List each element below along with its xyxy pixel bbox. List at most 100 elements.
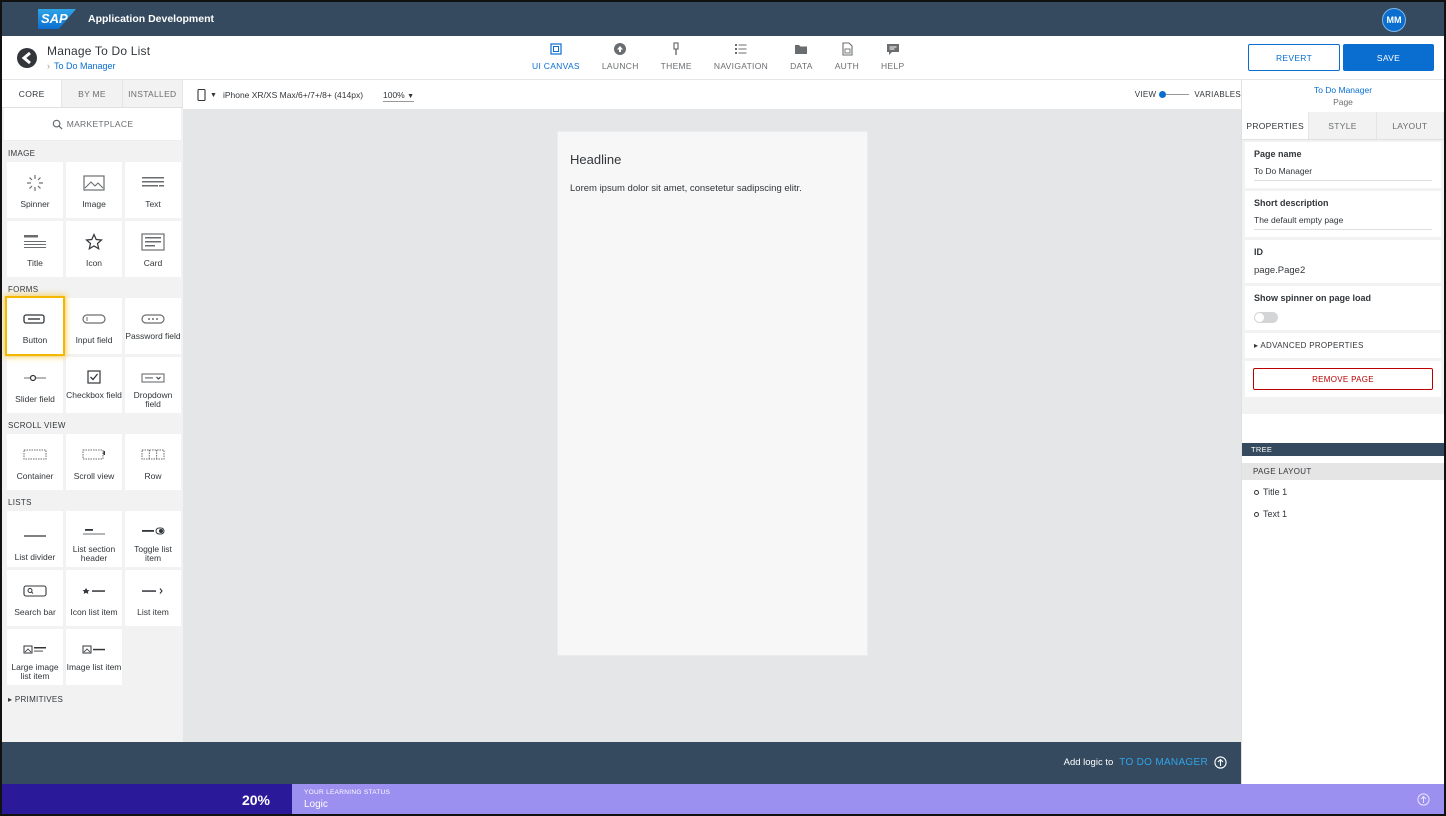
avatar[interactable]: MM [1382,8,1406,32]
add-logic[interactable]: Add logic to TO DO MANAGER [1064,756,1227,769]
page-name-property: Page name To Do Manager [1245,142,1441,188]
breadcrumb-link[interactable]: To Do Manager [54,61,116,71]
component-toggle-list-item[interactable]: Toggle list item [125,511,181,567]
zoom-selector[interactable]: 100% ▼ [383,90,415,102]
component-title[interactable]: Title [7,221,63,277]
app-header: Manage To Do List › To Do Manager UI CANV… [2,36,1444,80]
lists-grid: List divider List section header Toggle … [2,511,183,685]
nav-ui-canvas[interactable]: UI CANVAS [532,42,580,71]
component-image[interactable]: Image [66,162,122,218]
advanced-properties-toggle[interactable]: ▸ ADVANCED PROPERTIES [1245,333,1441,358]
component-checkbox-field[interactable]: Checkbox field [66,357,122,413]
tree-item-text-1[interactable]: Text 1 [1254,509,1287,519]
palette-tabs: CORE BY ME INSTALLED [2,80,183,108]
properties-body: Page name To Do Manager Short descriptio… [1242,140,1444,414]
component-search-bar[interactable]: Search bar [7,570,63,626]
tile-label: Checkbox field [66,390,122,400]
tile-label: Text [145,199,161,209]
tab-by-me[interactable]: BY ME [62,80,123,107]
phone-preview[interactable]: Headline Lorem ipsum dolor sit amet, con… [557,131,868,656]
component-input-field[interactable]: Input field [66,298,122,354]
marketplace-search[interactable]: MARKETPLACE [4,108,181,141]
section-forms: FORMS [8,285,39,294]
component-password-field[interactable]: Password field [125,298,181,354]
advanced-properties-label: ADVANCED PROPERTIES [1260,341,1364,350]
phone-icon [197,89,206,101]
ui-canvas[interactable]: Headline Lorem ipsum dolor sit amet, con… [183,109,1241,742]
auth-icon [842,42,853,56]
logic-bar: Add logic to TO DO MANAGER [2,742,1241,784]
tree-item-title-1[interactable]: Title 1 [1254,487,1287,497]
spinner-property: Show spinner on page load [1245,286,1441,330]
component-dropdown-field[interactable]: Dropdown field [125,357,181,413]
tab-style[interactable]: STYLE [1309,112,1377,139]
page-name-label: Page name [1254,149,1302,159]
image-icon [83,175,105,191]
save-button[interactable]: SAVE [1343,44,1434,71]
page-name-input[interactable]: To Do Manager [1254,166,1432,181]
tab-core[interactable]: CORE [2,80,63,107]
nav-launch[interactable]: LAUNCH [602,42,639,71]
component-image-list-item[interactable]: Image list item [66,629,122,685]
logic-target[interactable]: TO DO MANAGER [1119,757,1208,768]
input-field-icon [82,314,106,324]
tile-label: Container [16,471,54,481]
component-icon-list-item[interactable]: Icon list item [66,570,122,626]
breadcrumb[interactable]: › To Do Manager [47,61,116,71]
nav-navigation[interactable]: NAVIGATION [714,42,768,71]
tile-label: Password field [125,331,181,341]
nav-auth[interactable]: AUTH [835,42,859,71]
component-palette: CORE BY ME INSTALLED MARKETPLACE IMAGE S… [2,80,183,742]
selection-title[interactable]: To Do Manager [1242,85,1444,95]
canvas-headline[interactable]: Headline [570,152,867,167]
component-icon[interactable]: Icon [66,221,122,277]
tab-installed[interactable]: INSTALLED [122,80,183,107]
revert-button[interactable]: REVERT [1248,44,1340,71]
nav-theme[interactable]: THEME [661,42,692,71]
tile-label: Input field [75,335,113,345]
learning-label: YOUR LEARNING STATUS [304,789,391,796]
theme-icon [673,42,679,55]
navigation-icon [734,44,747,54]
nav-label: NAVIGATION [713,61,769,71]
short-description-property: Short description The default empty page [1245,191,1441,237]
component-text[interactable]: Text [125,162,181,218]
tile-label: Slider field [15,394,55,404]
tile-label: Spinner [20,199,50,209]
tab-properties[interactable]: PROPERTIES [1242,112,1310,139]
scroll-view-icon [82,449,105,460]
component-container[interactable]: Container [7,434,63,490]
launch-icon [614,43,627,55]
spinner-toggle[interactable] [1254,312,1278,323]
component-list-item[interactable]: List item [125,570,181,626]
primitives-toggle[interactable]: ▸ PRIMITIVES [2,685,183,714]
view-variables-toggle[interactable]: VIEW VARIABLES [1135,90,1241,99]
arrow-up-circle-icon[interactable] [1417,793,1430,806]
toggle-track[interactable] [1159,91,1190,98]
tile-label: Search bar [14,607,56,617]
primitives-label: PRIMITIVES [14,695,64,704]
properties-tabs: PROPERTIES STYLE LAYOUT [1242,112,1444,140]
tab-layout[interactable]: LAYOUT [1377,112,1444,139]
nav-data[interactable]: DATA [790,42,813,71]
component-spinner[interactable]: Spinner [7,162,63,218]
canvas-body-text[interactable]: Lorem ipsum dolor sit amet, consetetur s… [570,183,867,194]
id-value: page.Page2 [1254,265,1306,276]
component-scroll-view[interactable]: Scroll view [66,434,122,490]
component-card[interactable]: Card [125,221,181,277]
toggle-knob[interactable] [1159,91,1167,98]
component-row[interactable]: Row [125,434,181,490]
component-list-section-header[interactable]: List section header [66,511,122,567]
component-slider-field[interactable]: Slider field [7,357,63,413]
tile-label: Title [27,258,43,268]
remove-page-button[interactable]: REMOVE PAGE [1253,368,1433,390]
component-large-image-list-item[interactable]: Large image list item [7,629,63,685]
nav-help[interactable]: HELP [881,42,904,71]
arrow-up-circle-icon[interactable] [1214,756,1227,769]
component-button[interactable]: Button [7,298,63,354]
image-list-item-icon [82,645,105,654]
device-selector[interactable]: ▼ iPhone XR/XS Max/6+/7+/8+ (414px) [197,89,363,101]
marketplace-label: MARKETPLACE [66,119,134,129]
component-list-divider[interactable]: List divider [7,511,63,567]
short-description-input[interactable]: The default empty page [1254,215,1432,230]
